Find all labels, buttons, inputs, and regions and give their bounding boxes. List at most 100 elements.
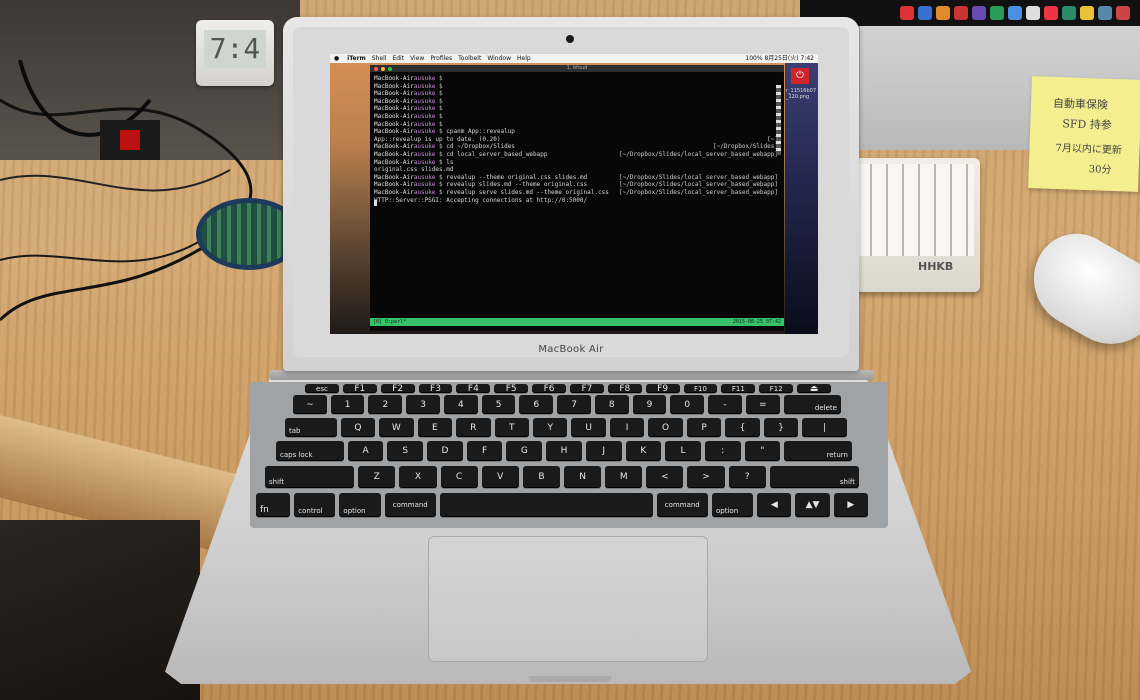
key-y[interactable]: Y <box>532 418 568 437</box>
key-v[interactable]: V <box>481 466 519 488</box>
key-j[interactable]: J <box>585 441 622 461</box>
key-f9[interactable]: F9 <box>645 384 680 394</box>
key-n[interactable]: N <box>564 466 602 488</box>
key-f4[interactable]: F4 <box>456 384 491 394</box>
key-9[interactable]: 9 <box>632 395 667 414</box>
key-f12[interactable]: F12 <box>759 384 794 393</box>
key-u[interactable]: U <box>571 418 606 437</box>
key-o[interactable]: O <box>648 418 683 437</box>
key->[interactable]: > <box>687 466 725 488</box>
key-control[interactable]: control <box>294 493 336 517</box>
menu-item-view[interactable]: View <box>410 55 424 62</box>
menu-item-iterm[interactable]: iTerm <box>347 55 366 62</box>
zoom-window-icon[interactable] <box>388 67 392 71</box>
key-e[interactable]: E <box>417 418 453 437</box>
trackpad[interactable] <box>428 536 708 662</box>
terminal-output[interactable]: MacBook-Airausuke $ MacBook-Airausuke $ Ma… <box>374 75 780 315</box>
menu-item-edit[interactable]: Edit <box>392 55 404 62</box>
key-f3[interactable]: F3 <box>418 384 453 394</box>
menu-item-toolbelt[interactable]: Toolbelt <box>458 55 481 62</box>
key-"[interactable]: " <box>744 441 781 461</box>
key-w[interactable]: W <box>379 418 414 437</box>
key-2[interactable]: 2 <box>368 395 403 414</box>
key-1[interactable]: 1 <box>330 395 365 414</box>
key-r[interactable]: R <box>456 418 491 437</box>
key-5[interactable]: 5 <box>481 395 516 414</box>
menu-item-help[interactable]: Help <box>517 55 531 62</box>
key-shift[interactable]: shift <box>265 466 355 488</box>
key-6[interactable]: 6 <box>519 395 554 414</box>
key-l[interactable]: L <box>665 441 701 461</box>
key-f7[interactable]: F7 <box>570 384 604 394</box>
key-shift[interactable]: shift <box>769 466 859 488</box>
key-4[interactable]: 4 <box>443 395 478 414</box>
key-f2[interactable]: F2 <box>380 384 415 394</box>
key-f5[interactable]: F5 <box>494 384 529 394</box>
menu-item-window[interactable]: Window <box>487 55 511 62</box>
key-x[interactable]: X <box>399 466 437 488</box>
key-command[interactable]: command <box>656 493 708 517</box>
key-g[interactable]: G <box>506 441 543 461</box>
key-{[interactable]: { <box>725 418 760 437</box>
key-tab[interactable]: tab <box>285 418 337 437</box>
key-7[interactable]: 7 <box>557 395 591 414</box>
key-0[interactable]: 0 <box>670 395 705 414</box>
key-fn[interactable]: fn <box>256 493 291 517</box>
key-k[interactable]: K <box>625 441 662 461</box>
menu-item-shell[interactable]: Shell <box>372 55 387 62</box>
terminal-titlebar[interactable]: 1. bfoud <box>370 65 784 72</box>
key-z[interactable]: Z <box>358 466 396 488</box>
key-~[interactable]: ~ <box>293 395 327 414</box>
key-⏏[interactable]: ⏏ <box>797 384 831 394</box>
key-f11[interactable]: F11 <box>721 384 756 393</box>
key-f10[interactable]: F10 <box>683 384 718 393</box>
terminal-user: ausuke <box>413 105 436 113</box>
key-?[interactable]: ? <box>728 466 766 488</box>
key-return[interactable]: return <box>784 441 852 461</box>
key-f[interactable]: F <box>466 441 503 461</box>
key-a[interactable]: A <box>347 441 384 461</box>
key-option[interactable]: option <box>339 493 381 517</box>
apple-menu-icon[interactable]: ● <box>334 55 339 62</box>
key-f8[interactable]: F8 <box>607 384 642 394</box>
menu-item-profiles[interactable]: Profiles <box>430 55 452 62</box>
key-q[interactable]: Q <box>340 418 376 437</box>
space-key[interactable] <box>440 493 653 517</box>
key-3[interactable]: 3 <box>406 395 440 414</box>
key-:[interactable]: : <box>704 441 741 461</box>
key-|[interactable]: | <box>802 418 847 437</box>
terminal-user: ausuke <box>413 120 436 128</box>
iterm-window[interactable]: 1. bfoud MacBook-Airausuke $ MacBook-Aira… <box>370 65 784 331</box>
minimize-window-icon[interactable] <box>381 67 385 71</box>
key-option[interactable]: option <box>712 493 754 517</box>
key-b[interactable]: B <box>522 466 560 488</box>
key-8[interactable]: 8 <box>594 395 629 414</box>
close-window-icon[interactable] <box>374 67 378 71</box>
key-▶[interactable]: ▶ <box>833 493 868 517</box>
key--[interactable]: - <box>708 395 742 414</box>
key-esc[interactable]: esc <box>305 384 339 393</box>
key-}[interactable]: } <box>763 418 799 437</box>
key-d[interactable]: D <box>427 441 463 461</box>
key-=[interactable]: = <box>745 395 780 414</box>
key-▲▼[interactable]: ▲▼ <box>795 493 830 517</box>
key-i[interactable]: I <box>609 418 645 437</box>
key-p[interactable]: P <box>686 418 722 437</box>
key-command[interactable]: command <box>384 493 436 517</box>
desktop-file-label[interactable]: r_11516b07 _120.png <box>786 88 816 100</box>
key-h[interactable]: H <box>546 441 582 461</box>
terminal-cmd: App::revealup is up to date. (0.20) <box>374 135 501 143</box>
key-s[interactable]: S <box>387 441 424 461</box>
key-caps-lock[interactable]: caps lock <box>276 441 344 461</box>
key-f6[interactable]: F6 <box>532 384 566 394</box>
key-f1[interactable]: F1 <box>342 384 377 394</box>
key-m[interactable]: M <box>605 466 643 488</box>
key-c[interactable]: C <box>440 466 478 488</box>
terminal-cmd: cd local_server_based_webapp <box>442 150 548 158</box>
key-delete[interactable]: delete <box>783 395 841 414</box>
key-◀[interactable]: ◀ <box>757 493 792 517</box>
terminal-prompt: $ <box>435 112 443 120</box>
key-t[interactable]: T <box>494 418 529 437</box>
key-<[interactable]: < <box>646 466 684 488</box>
desktop-file-icon[interactable]: ⏻ <box>791 68 809 84</box>
